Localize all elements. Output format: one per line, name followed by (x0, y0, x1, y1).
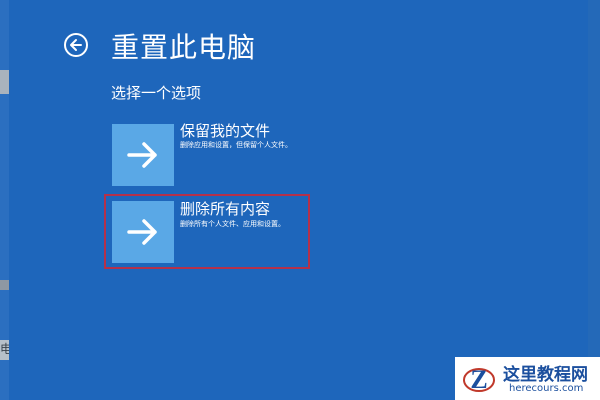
site-logo-icon: Z (463, 365, 495, 394)
reset-this-pc-screen: 电 重置此电脑 选择一个选项 保留我的文件 删除应用和设置，但保留个人文件。 删… (0, 0, 600, 400)
site-watermark: Z 这里教程网 herecours.com (455, 357, 600, 400)
background-edge-text: 电 (0, 342, 9, 356)
background-window-band (0, 280, 9, 290)
choose-option-subtitle: 选择一个选项 (111, 84, 202, 102)
background-window-band (0, 70, 9, 94)
keep-my-files-description: 删除应用和设置，但保留个人文件。 (180, 141, 292, 149)
watermark-site-name: 这里教程网 (503, 365, 588, 385)
keep-my-files-title[interactable]: 保留我的文件 (180, 120, 270, 141)
arrow-right-icon (127, 142, 157, 168)
remove-everything-tile[interactable] (112, 201, 174, 263)
remove-everything-description: 删除所有个人文件、应用和设置。 (180, 220, 285, 228)
keep-my-files-tile[interactable] (112, 124, 174, 186)
arrow-right-icon (127, 219, 157, 245)
remove-everything-title[interactable]: 删除所有内容 (180, 198, 270, 219)
back-arrow-icon (70, 39, 82, 51)
background-edge-strip (588, 0, 600, 400)
watermark-site-url: herecours.com (509, 383, 584, 394)
background-window-strip (0, 0, 9, 400)
page-title: 重置此电脑 (111, 31, 257, 64)
back-button[interactable] (64, 33, 88, 57)
site-logo-letter: Z (470, 365, 487, 394)
